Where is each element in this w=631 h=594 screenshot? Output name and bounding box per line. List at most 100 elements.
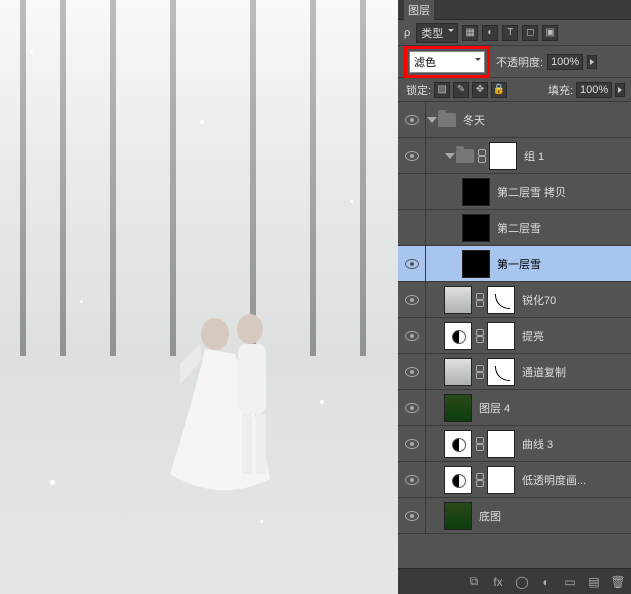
eye-icon <box>405 259 419 269</box>
layer-name[interactable]: 图层 4 <box>479 400 510 416</box>
canvas-image <box>0 0 398 594</box>
layer-name[interactable]: 第二层雪 <box>497 220 541 236</box>
visibility-toggle[interactable] <box>398 174 426 209</box>
photo-subjects <box>160 304 300 504</box>
mask-thumb[interactable] <box>487 430 515 458</box>
lock-pixels-icon[interactable]: ✎ <box>453 82 469 98</box>
layer-thumb[interactable] <box>444 502 472 530</box>
group-toggle-icon[interactable] <box>427 117 437 123</box>
layer-thumb[interactable] <box>444 286 472 314</box>
layer-thumb[interactable] <box>444 358 472 386</box>
folder-icon <box>456 149 474 163</box>
mask-thumb[interactable] <box>487 466 515 494</box>
opacity-scrub[interactable] <box>587 55 597 69</box>
folder-icon <box>438 113 456 127</box>
new-layer-icon[interactable]: ▤ <box>585 573 603 591</box>
layer-name[interactable]: 锐化70 <box>522 292 556 308</box>
layer-content: 第二层雪 <box>426 210 631 245</box>
visibility-toggle[interactable] <box>398 426 426 461</box>
layer-name[interactable]: 底图 <box>479 508 501 524</box>
layer-thumb[interactable] <box>444 466 472 494</box>
layers-bottom-bar: ⧉ fx ◯ ◐ ▭ ▤ 🗑 <box>398 568 631 594</box>
layer-thumb[interactable] <box>462 178 490 206</box>
layer-name[interactable]: 第一层雪 <box>497 256 541 272</box>
filter-smart-icon[interactable]: ▣ <box>542 25 558 41</box>
mask-icon[interactable]: ◯ <box>513 573 531 591</box>
tree <box>60 0 66 356</box>
fill-input[interactable]: 100% <box>576 82 612 98</box>
layer-row[interactable]: 第二层雪 <box>398 210 631 246</box>
filter-adjust-icon[interactable]: ◐ <box>482 25 498 41</box>
eye-icon <box>405 295 419 305</box>
layer-name[interactable]: 冬天 <box>463 112 485 128</box>
layer-name[interactable]: 曲线 3 <box>522 436 553 452</box>
trash-icon[interactable]: 🗑 <box>609 573 627 591</box>
layer-row[interactable]: 组 1 <box>398 138 631 174</box>
lock-all-icon[interactable]: 🔒 <box>491 82 507 98</box>
tree <box>20 0 26 356</box>
group-toggle-icon[interactable] <box>445 153 455 159</box>
layer-thumb[interactable] <box>462 214 490 242</box>
mask-thumb[interactable] <box>489 142 517 170</box>
layer-thumb[interactable] <box>444 322 472 350</box>
blend-mode-dropdown[interactable]: 滤色 <box>409 51 485 73</box>
eye-icon <box>405 475 419 485</box>
fill-scrub[interactable] <box>615 83 625 97</box>
eye-icon <box>405 403 419 413</box>
layer-row[interactable]: 图层 4 <box>398 390 631 426</box>
layer-thumb[interactable] <box>462 250 490 278</box>
visibility-toggle[interactable] <box>398 102 426 137</box>
adjustment-icon[interactable]: ◐ <box>537 573 555 591</box>
layer-row[interactable]: 底图 <box>398 498 631 534</box>
layer-name[interactable]: 通道复制 <box>522 364 566 380</box>
snow-dot <box>200 120 204 124</box>
filter-text-icon[interactable]: T <box>502 25 518 41</box>
filter-pixel-icon[interactable]: ▦ <box>462 25 478 41</box>
layer-thumb[interactable] <box>444 394 472 422</box>
visibility-toggle[interactable] <box>398 246 426 281</box>
blend-row: 滤色 不透明度: 100% <box>398 46 631 78</box>
canvas-area[interactable] <box>0 0 398 594</box>
layers-panel: 图层 ρ 类型 ▦ ◐ T ◻ ▣ 滤色 不透明度: 100% 锁定: ▨ ✎ … <box>398 0 631 594</box>
visibility-toggle[interactable] <box>398 282 426 317</box>
layer-row[interactable]: 通道复制 <box>398 354 631 390</box>
visibility-toggle[interactable] <box>398 210 426 245</box>
group-icon[interactable]: ▭ <box>561 573 579 591</box>
lock-position-icon[interactable]: ✥ <box>472 82 488 98</box>
layer-row[interactable]: 冬天 <box>398 102 631 138</box>
visibility-toggle[interactable] <box>398 318 426 353</box>
eye-icon <box>405 115 419 125</box>
layer-thumb[interactable] <box>444 430 472 458</box>
fx-icon[interactable]: fx <box>489 573 507 591</box>
layer-row[interactable]: 提亮 <box>398 318 631 354</box>
visibility-toggle[interactable] <box>398 498 426 533</box>
layer-name[interactable]: 低透明度画... <box>522 472 586 488</box>
layer-row[interactable]: 曲线 3 <box>398 426 631 462</box>
tree <box>310 0 316 356</box>
layer-row[interactable]: 第二层雪 拷贝 <box>398 174 631 210</box>
visibility-toggle[interactable] <box>398 462 426 497</box>
mask-thumb[interactable] <box>487 286 515 314</box>
lock-row: 锁定: ▨ ✎ ✥ 🔒 填充: 100% <box>398 78 631 102</box>
lock-transparent-icon[interactable]: ▨ <box>434 82 450 98</box>
filter-type-dropdown[interactable]: 类型 <box>416 23 458 43</box>
link-layers-icon[interactable]: ⧉ <box>465 573 483 591</box>
opacity-input[interactable]: 100% <box>547 54 583 70</box>
layer-name[interactable]: 提亮 <box>522 328 544 344</box>
layer-name[interactable]: 组 1 <box>524 148 544 164</box>
mask-thumb[interactable] <box>487 322 515 350</box>
layer-content: 曲线 3 <box>426 426 631 461</box>
tree <box>110 0 116 356</box>
visibility-toggle[interactable] <box>398 138 426 173</box>
tab-layers[interactable]: 图层 <box>404 0 434 20</box>
link-icon <box>475 437 485 451</box>
mask-thumb[interactable] <box>487 358 515 386</box>
layer-row[interactable]: 第一层雪 <box>398 246 631 282</box>
visibility-toggle[interactable] <box>398 354 426 389</box>
layer-row[interactable]: 锐化70 <box>398 282 631 318</box>
visibility-toggle[interactable] <box>398 390 426 425</box>
filter-shape-icon[interactable]: ◻ <box>522 25 538 41</box>
layer-name[interactable]: 第二层雪 拷贝 <box>497 184 566 200</box>
layer-row[interactable]: 低透明度画... <box>398 462 631 498</box>
eye-icon <box>405 367 419 377</box>
